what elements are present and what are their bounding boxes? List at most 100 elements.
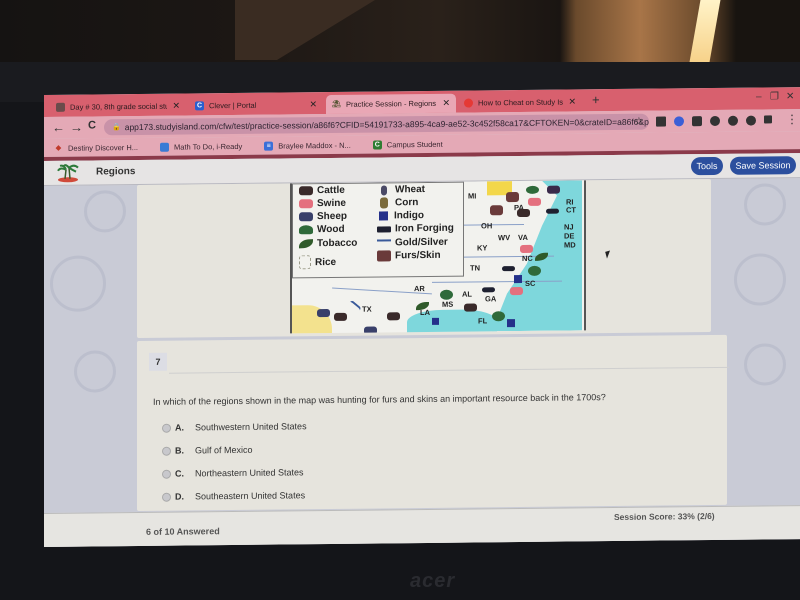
legend-label: Rice [315, 256, 337, 268]
radio-button[interactable] [162, 423, 171, 433]
state-label: OH [481, 221, 493, 231]
legend-rice: Rice [299, 255, 337, 270]
extension-l-icon[interactable] [656, 116, 666, 127]
youtube-icon [464, 98, 473, 108]
close-window-button[interactable]: ✕ [786, 91, 794, 102]
extension-icon[interactable] [674, 116, 684, 127]
bookmark-campus[interactable]: C Campus Student [372, 139, 443, 150]
browser-menu-icon[interactable]: ⋮ [786, 112, 798, 126]
extensions-puzzle-icon[interactable] [764, 115, 772, 124]
choice-text: Southwestern United States [195, 421, 307, 433]
indigo-icon [514, 274, 522, 284]
legend-cattle: Cattle [299, 185, 345, 196]
new-tab-button[interactable]: + [592, 92, 600, 107]
minimize-button[interactable]: – [756, 91, 762, 102]
choice-c[interactable]: C. Northeastern United States [162, 467, 304, 479]
choice-letter: A. [175, 422, 184, 433]
choice-text: Gulf of Mexico [195, 444, 253, 456]
award-ribbon-icon [744, 183, 786, 226]
sheep-icon [317, 309, 330, 318]
tab-practice-session[interactable]: ⛱ Practice Session - Regions - Stud ✕ [326, 93, 456, 115]
tree-icon [440, 289, 453, 300]
sheep-icon [364, 326, 377, 334]
bookmark-label: Math To Do, i-Ready [174, 141, 243, 152]
bookmark-label: Braylee Maddox - N... [278, 140, 351, 151]
legend-iron-forging: Iron Forging [377, 223, 454, 235]
fur-pelt-icon [490, 205, 503, 216]
question-number: 7 [149, 352, 167, 371]
choice-a[interactable]: A. Southwestern United States [162, 421, 307, 433]
extension-icon[interactable] [728, 115, 738, 126]
docs-icon: ≡ [264, 141, 274, 151]
forward-button[interactable]: → [70, 120, 83, 135]
address-bar[interactable]: 🔒 app173.studyisland.com/cfw/test/practi… [104, 113, 649, 136]
indigo-icon [432, 317, 439, 325]
session-footer: 6 of 10 Answered Session Score: 33% (2/6… [44, 505, 800, 548]
question-text: In which of the regions shown in the map… [153, 392, 606, 407]
legend-label: Indigo [394, 210, 424, 222]
state-label: AL [462, 289, 472, 299]
choice-b[interactable]: B. Gulf of Mexico [162, 445, 253, 456]
legend-label: Corn [395, 197, 419, 209]
extension-icon[interactable] [746, 115, 756, 126]
indigo-icon [379, 211, 388, 221]
tab-clever[interactable]: C Clever | Portal ✕ [189, 95, 323, 115]
tree-icon [526, 185, 539, 194]
bookmark-docs[interactable]: ≡ Braylee Maddox - N... [264, 140, 351, 151]
tab-youtube[interactable]: How to Cheat on Study Island | ( ✕ [458, 92, 582, 112]
choice-text: Southeastern United States [195, 490, 306, 502]
legend-gold-silver: Gold/Silver [377, 237, 448, 249]
save-session-button[interactable]: Save Session [730, 156, 796, 175]
legend-indigo: Indigo [377, 210, 424, 221]
radio-button[interactable] [162, 469, 171, 479]
bookmark-iready[interactable]: Math To Do, i-Ready [160, 141, 243, 152]
choice-d[interactable]: D. Southeastern United States [162, 490, 306, 502]
restore-button[interactable]: ❐ [770, 91, 779, 102]
award-ribbon-icon [84, 190, 126, 233]
award-ribbon-icon [744, 343, 786, 386]
map-legend: Cattle Swine Sheep Wood Tobacco Rice Whe… [292, 181, 464, 279]
radio-button[interactable] [162, 446, 171, 456]
close-tab-icon[interactable]: ✕ [309, 99, 317, 110]
legend-label: Wood [317, 223, 345, 236]
bookmark-destiny[interactable]: ◆ Destiny Discover H... [54, 143, 138, 153]
destiny-icon: ◆ [55, 144, 62, 152]
question-card: 7 In which of the regions shown in the m… [137, 334, 729, 512]
pickaxe-icon [377, 238, 391, 248]
cattle-icon [464, 303, 477, 312]
cattle-icon [299, 186, 313, 196]
back-button[interactable]: ← [52, 120, 65, 135]
extension-icon[interactable] [710, 115, 720, 127]
extension-icon[interactable] [692, 116, 702, 127]
legend-sheep: Sheep [299, 211, 347, 223]
close-tab-icon[interactable]: ✕ [442, 98, 450, 109]
laptop-brand-logo: acer [410, 570, 456, 592]
state-border [464, 223, 524, 226]
legend-wheat: Wheat [377, 184, 425, 196]
state-label: KY [477, 243, 488, 253]
legend-swine: Swine [299, 198, 346, 209]
close-tab-icon[interactable]: ✕ [568, 96, 576, 107]
tree-icon [299, 225, 313, 235]
state-label: TX [362, 304, 372, 314]
legend-furs-skin: Furs/Skin [377, 250, 441, 262]
tab-day30[interactable]: Day # 30, 8th grade social studie ✕ [50, 97, 186, 117]
sheep-icon [547, 185, 560, 194]
tools-button[interactable]: Tools [691, 156, 723, 176]
lock-icon: 🔒 [112, 124, 121, 132]
close-tab-icon[interactable]: ✕ [172, 101, 180, 112]
award-ribbon-icon [74, 350, 116, 393]
state-label: VA [518, 232, 528, 243]
reload-button[interactable]: C [88, 119, 96, 131]
radio-button[interactable] [162, 492, 171, 502]
colonial-resources-map: Cattle Swine Sheep Wood Tobacco Rice Whe… [290, 180, 586, 334]
anvil-icon [546, 208, 559, 214]
bookmark-star-icon[interactable]: ☆ [634, 115, 644, 128]
anvil-icon [377, 225, 391, 233]
state-label: AR [414, 284, 425, 294]
tab-title: Clever | Portal [209, 100, 257, 111]
swine-icon [528, 197, 541, 206]
swine-icon [510, 286, 523, 296]
map-card: Cattle Swine Sheep Wood Tobacco Rice Whe… [137, 179, 711, 339]
tobacco-leaf-icon [299, 239, 313, 249]
